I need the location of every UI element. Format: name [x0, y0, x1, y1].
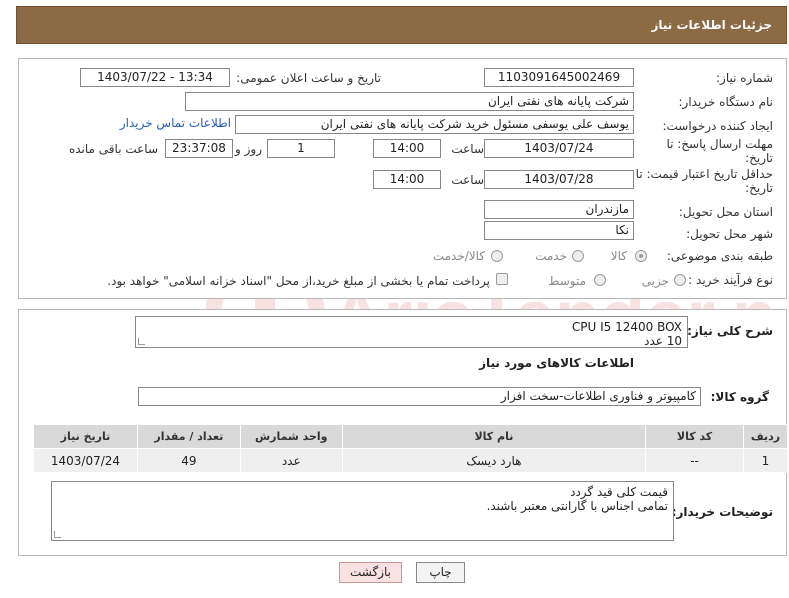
- validity-label-date: تاریخ:: [745, 181, 773, 195]
- remaining-time-field[interactable]: 23:37:08: [165, 139, 233, 158]
- buyer-notes-textarea[interactable]: قیمت کلی قید گردد تمامی اجناس با گارانتی…: [51, 481, 674, 541]
- col-need-date: تاریخ نیاز: [33, 424, 138, 449]
- summary-line-2: 10 عدد: [644, 334, 682, 348]
- buyer-notes-line-1: قیمت کلی قید گردد: [570, 485, 668, 499]
- cell-row: 1: [742, 448, 789, 473]
- category-radio-goods[interactable]: [635, 250, 647, 262]
- deadline-time-label: ساعت: [451, 142, 484, 156]
- col-item-name: نام کالا: [341, 424, 647, 449]
- cell-unit: عدد: [239, 448, 343, 473]
- goods-group-label: گروه کالا:: [710, 390, 769, 404]
- process-option-medium: متوسط: [548, 274, 586, 288]
- creator-label: ایجاد کننده درخواست:: [662, 119, 773, 133]
- city-label: شهر محل تحویل:: [686, 227, 773, 241]
- days-label: روز و: [235, 142, 262, 156]
- page-title: جزئیات اطلاعات نیاز: [651, 18, 772, 32]
- col-item-code: کد کالا: [645, 424, 744, 449]
- goods-table: تاریخ نیاز تعداد / مقدار واحد شمارش نام …: [33, 424, 789, 473]
- announce-field[interactable]: 1403/07/22 - 13:34: [80, 68, 230, 87]
- summary-textarea[interactable]: CPU I5 12400 BOX 10 عدد: [135, 316, 688, 348]
- cell-item-name: هارد دیسک: [341, 448, 647, 473]
- category-option-goods: کالا: [610, 249, 627, 263]
- goods-group-field[interactable]: کامپیوتر و فناوری اطلاعات-سخت افزار: [138, 387, 701, 406]
- page-header: جزئیات اطلاعات نیاز: [16, 6, 787, 44]
- table-header-row: تاریخ نیاز تعداد / مقدار واحد شمارش نام …: [33, 424, 789, 449]
- contact-buyer-link[interactable]: اطلاعات تماس خریدار: [120, 116, 231, 130]
- deadline-date-field[interactable]: 1403/07/24: [484, 139, 634, 158]
- validity-time-label: ساعت: [451, 173, 484, 187]
- category-radio-goods-service[interactable]: [491, 250, 503, 262]
- validity-label: حداقل تاریخ اعتبار قیمت: تا: [635, 167, 773, 181]
- need-number-label: شماره نیاز:: [716, 71, 773, 85]
- deadline-label-date: تاریخ:: [745, 151, 773, 165]
- buyer-label: نام دستگاه خریدار:: [678, 95, 774, 109]
- process-label: نوع فرآیند خرید :: [688, 273, 773, 287]
- goods-info-title: اطلاعات کالاهای مورد نیاز: [479, 356, 634, 370]
- creator-field[interactable]: یوسف علی یوسفی مسئول خرید شرکت پایانه ها…: [235, 115, 634, 134]
- buyer-notes-label: توضیحات خریدار:: [671, 505, 773, 519]
- buyer-field[interactable]: شرکت پایانه های نفتی ایران: [185, 92, 634, 111]
- resize-handle[interactable]: [54, 531, 61, 538]
- category-option-service: خدمت: [535, 249, 567, 263]
- treasury-checkbox[interactable]: [496, 273, 508, 285]
- validity-date-field[interactable]: 1403/07/28: [484, 170, 634, 189]
- category-radio-service[interactable]: [572, 250, 584, 262]
- buyer-notes-line-2: تمامی اجناس با گارانتی معتبر باشند.: [486, 499, 668, 513]
- province-label: استان محل تحویل:: [678, 205, 773, 219]
- validity-time-field[interactable]: 14:00: [373, 170, 441, 189]
- process-radio-minor[interactable]: [674, 274, 686, 286]
- cell-item-code: --: [645, 448, 744, 473]
- col-quantity: تعداد / مقدار: [136, 424, 241, 449]
- days-field[interactable]: 1: [267, 139, 335, 158]
- city-field[interactable]: نکا: [484, 221, 634, 240]
- cell-quantity: 49: [136, 448, 241, 473]
- deadline-label: مهلت ارسال پاسخ: تا: [666, 137, 773, 151]
- category-option-goods-service: کالا/خدمت: [432, 249, 485, 263]
- announce-label: تاریخ و ساعت اعلان عمومی:: [236, 71, 381, 85]
- summary-line-1: CPU I5 12400 BOX: [571, 320, 682, 334]
- col-row: ردیف: [742, 424, 789, 449]
- process-radio-medium[interactable]: [594, 274, 606, 286]
- table-row[interactable]: 1403/07/24 49 عدد هارد دیسک -- 1: [33, 448, 789, 473]
- process-option-minor: جزیی: [641, 274, 669, 288]
- cell-need-date: 1403/07/24: [33, 448, 138, 473]
- back-button[interactable]: بازگشت: [339, 562, 402, 583]
- print-button[interactable]: چاپ: [416, 562, 465, 583]
- need-number-field[interactable]: 1103091645002469: [484, 68, 634, 87]
- province-field[interactable]: مازندران: [484, 200, 634, 219]
- summary-label: شرح کلی نیاز:: [687, 324, 773, 338]
- col-unit: واحد شمارش: [239, 424, 343, 449]
- deadline-time-field[interactable]: 14:00: [373, 139, 441, 158]
- treasury-note: پرداخت تمام یا بخشی از مبلغ خرید،از محل …: [107, 274, 490, 288]
- resize-handle[interactable]: [138, 338, 145, 345]
- category-label: طبقه بندی موضوعی:: [666, 249, 773, 263]
- remaining-label: ساعت باقی مانده: [68, 142, 158, 156]
